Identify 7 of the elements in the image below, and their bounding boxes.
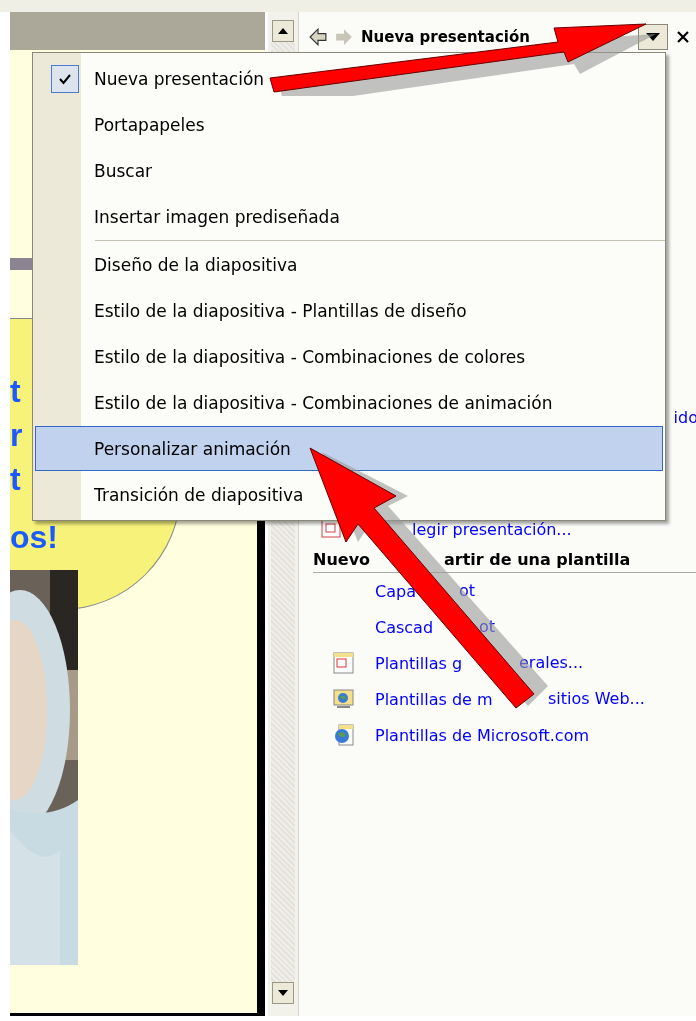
slide-text: os! bbox=[10, 518, 58, 556]
slide-text: t bbox=[10, 372, 21, 410]
task-pane-title: Nueva presentación bbox=[361, 28, 530, 46]
slide-text: r bbox=[10, 416, 23, 454]
section-heading: artir de una plantilla bbox=[444, 550, 631, 569]
section-heading: Nuevo bbox=[313, 550, 371, 569]
slide-text: t bbox=[10, 460, 21, 498]
